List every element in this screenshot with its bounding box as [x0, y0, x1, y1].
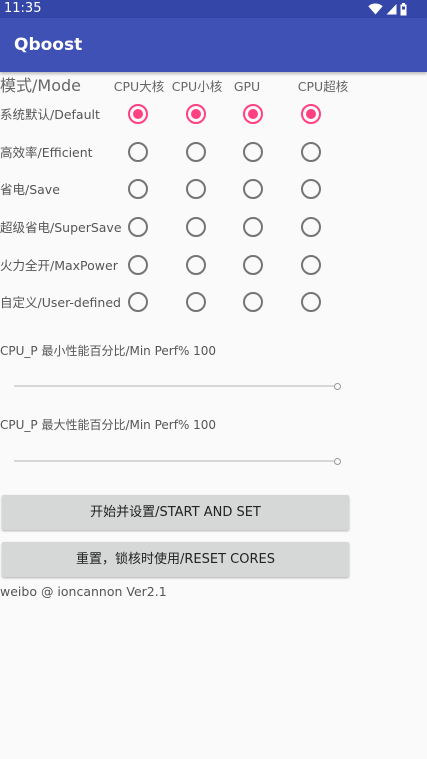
footer-credit: weibo @ ioncannon Ver2.1 — [0, 584, 167, 599]
mode-row-label-save: 省电/Save — [0, 182, 60, 197]
radio-supersave-cpu-big[interactable] — [128, 217, 148, 237]
cellular-signal-icon — [386, 4, 397, 15]
mode-row-label-user-defined: 自定义/User-defined — [0, 295, 121, 310]
radio-maxpower-cpu-prime[interactable] — [301, 255, 321, 275]
app-title: Qboost — [14, 35, 83, 55]
min-perf-slider-track[interactable] — [14, 385, 334, 387]
app-bar: Qboost — [0, 18, 427, 72]
radio-efficient-gpu[interactable] — [243, 142, 263, 162]
radio-supersave-gpu[interactable] — [243, 217, 263, 237]
radio-maxpower-cpu-little[interactable] — [186, 255, 206, 275]
mode-row-label-supersave: 超级省电/SuperSave — [0, 220, 122, 235]
radio-efficient-cpu-prime[interactable] — [301, 142, 321, 162]
radio-maxpower-cpu-big[interactable] — [128, 255, 148, 275]
wifi-icon — [368, 3, 383, 15]
radio-save-cpu-big[interactable] — [128, 179, 148, 199]
radio-user-defined-gpu[interactable] — [243, 292, 263, 312]
max-perf-label: CPU_P 最大性能百分比/Min Perf% 100 — [0, 418, 217, 432]
radio-user-defined-cpu-prime[interactable] — [301, 292, 321, 312]
radio-default-cpu-big[interactable] — [128, 104, 148, 124]
radio-save-cpu-prime[interactable] — [301, 179, 321, 199]
radio-efficient-cpu-little[interactable] — [186, 142, 206, 162]
column-header-gpu: GPU — [233, 79, 261, 94]
radio-default-cpu-prime[interactable] — [301, 104, 321, 124]
status-time: 11:35 — [4, 1, 42, 16]
radio-efficient-cpu-big[interactable] — [128, 142, 148, 162]
min-perf-label: CPU_P 最小性能百分比/Min Perf% 100 — [0, 344, 217, 358]
radio-user-defined-cpu-little[interactable] — [186, 292, 206, 312]
status-icons — [368, 1, 407, 17]
radio-user-defined-cpu-big[interactable] — [128, 292, 148, 312]
min-perf-slider-thumb[interactable] — [333, 382, 341, 390]
radio-default-gpu[interactable] — [243, 104, 263, 124]
max-perf-slider-thumb[interactable] — [333, 457, 341, 465]
radio-maxpower-gpu[interactable] — [243, 255, 263, 275]
radio-save-cpu-little[interactable] — [186, 179, 206, 199]
reset-cores-button[interactable]: 重置，锁核时使用/RESET CORES — [2, 542, 349, 577]
status-bar: 11:35 — [0, 0, 427, 18]
radio-default-cpu-little[interactable] — [186, 104, 206, 124]
radio-supersave-cpu-little[interactable] — [186, 217, 206, 237]
start-and-set-button[interactable]: 开始并设置/START AND SET — [2, 495, 349, 530]
mode-row-label-default: 系统默认/Default — [0, 107, 100, 122]
radio-save-gpu[interactable] — [243, 179, 263, 199]
battery-icon — [400, 2, 407, 15]
mode-row-label-maxpower: 火力全开/MaxPower — [0, 258, 118, 273]
radio-supersave-cpu-prime[interactable] — [301, 217, 321, 237]
mode-header: 模式/Mode — [0, 76, 81, 95]
column-header-cpu-prime: CPU超核 — [297, 79, 349, 94]
max-perf-slider-track[interactable] — [14, 460, 334, 462]
mode-row-label-efficient: 高效率/Efficient — [0, 145, 93, 160]
